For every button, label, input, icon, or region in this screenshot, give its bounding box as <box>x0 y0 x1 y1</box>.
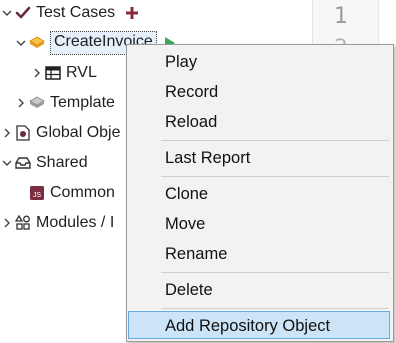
line-number: 1 <box>334 4 348 29</box>
menu-item-move[interactable]: Move <box>130 210 388 238</box>
tree-item-label: Test Cases <box>36 4 116 21</box>
tree-item-common[interactable]: JS Common <box>28 181 115 205</box>
checkmark-icon <box>14 4 32 22</box>
tree-item-global-objects[interactable]: Global Obje <box>0 121 121 145</box>
shared-inbox-icon <box>14 154 32 172</box>
chevron-right-icon[interactable] <box>0 211 14 235</box>
menu-item-delete[interactable]: Delete <box>130 276 388 304</box>
menu-separator <box>161 140 389 141</box>
menu-item-add-repository-object[interactable]: Add Repository Object <box>128 311 390 339</box>
menu-item-reload[interactable]: Reload <box>130 108 388 136</box>
menu-item-play[interactable]: Play <box>130 48 388 76</box>
tree-item-label: Common <box>50 184 115 201</box>
tree-item-label: RVL <box>66 64 97 81</box>
chevron-down-icon[interactable] <box>0 151 14 175</box>
context-menu: Play Record Reload Last Report Clone Mov… <box>126 44 394 342</box>
tree-item-rvl[interactable]: RVL <box>30 61 97 85</box>
menu-item-record[interactable]: Record <box>130 78 388 106</box>
tree-item-label: Global Obje <box>36 124 121 141</box>
tree-item-label: Template <box>50 94 115 111</box>
add-icon[interactable] <box>123 4 141 22</box>
global-objects-icon <box>14 124 32 142</box>
modules-shapes-icon <box>14 214 32 232</box>
menu-separator <box>161 272 389 273</box>
table-icon <box>44 64 62 82</box>
tree-item-label: Modules / I <box>36 214 115 231</box>
chevron-down-icon[interactable] <box>0 1 14 25</box>
menu-separator <box>161 308 389 309</box>
test-case-icon <box>28 34 46 52</box>
chevron-right-icon[interactable] <box>0 121 14 145</box>
tree-item-label: Shared <box>36 154 88 171</box>
menu-item-rename[interactable]: Rename <box>130 240 388 268</box>
tree-item-modules[interactable]: Modules / I <box>0 211 114 235</box>
js-badge-text: JS <box>33 192 42 199</box>
menu-item-last-report[interactable]: Last Report <box>130 144 388 172</box>
menu-separator <box>161 176 389 177</box>
tree-item-test-cases[interactable]: Test Cases <box>0 1 145 25</box>
menu-item-clone[interactable]: Clone <box>130 180 388 208</box>
chevron-down-icon[interactable] <box>14 31 28 55</box>
chevron-right-icon[interactable] <box>14 91 28 115</box>
template-icon <box>28 94 46 112</box>
chevron-right-icon[interactable] <box>30 61 44 85</box>
tree-item-templates[interactable]: Template <box>14 91 115 115</box>
tree-item-shared[interactable]: Shared <box>0 151 88 175</box>
javascript-file-icon: JS <box>28 184 46 202</box>
